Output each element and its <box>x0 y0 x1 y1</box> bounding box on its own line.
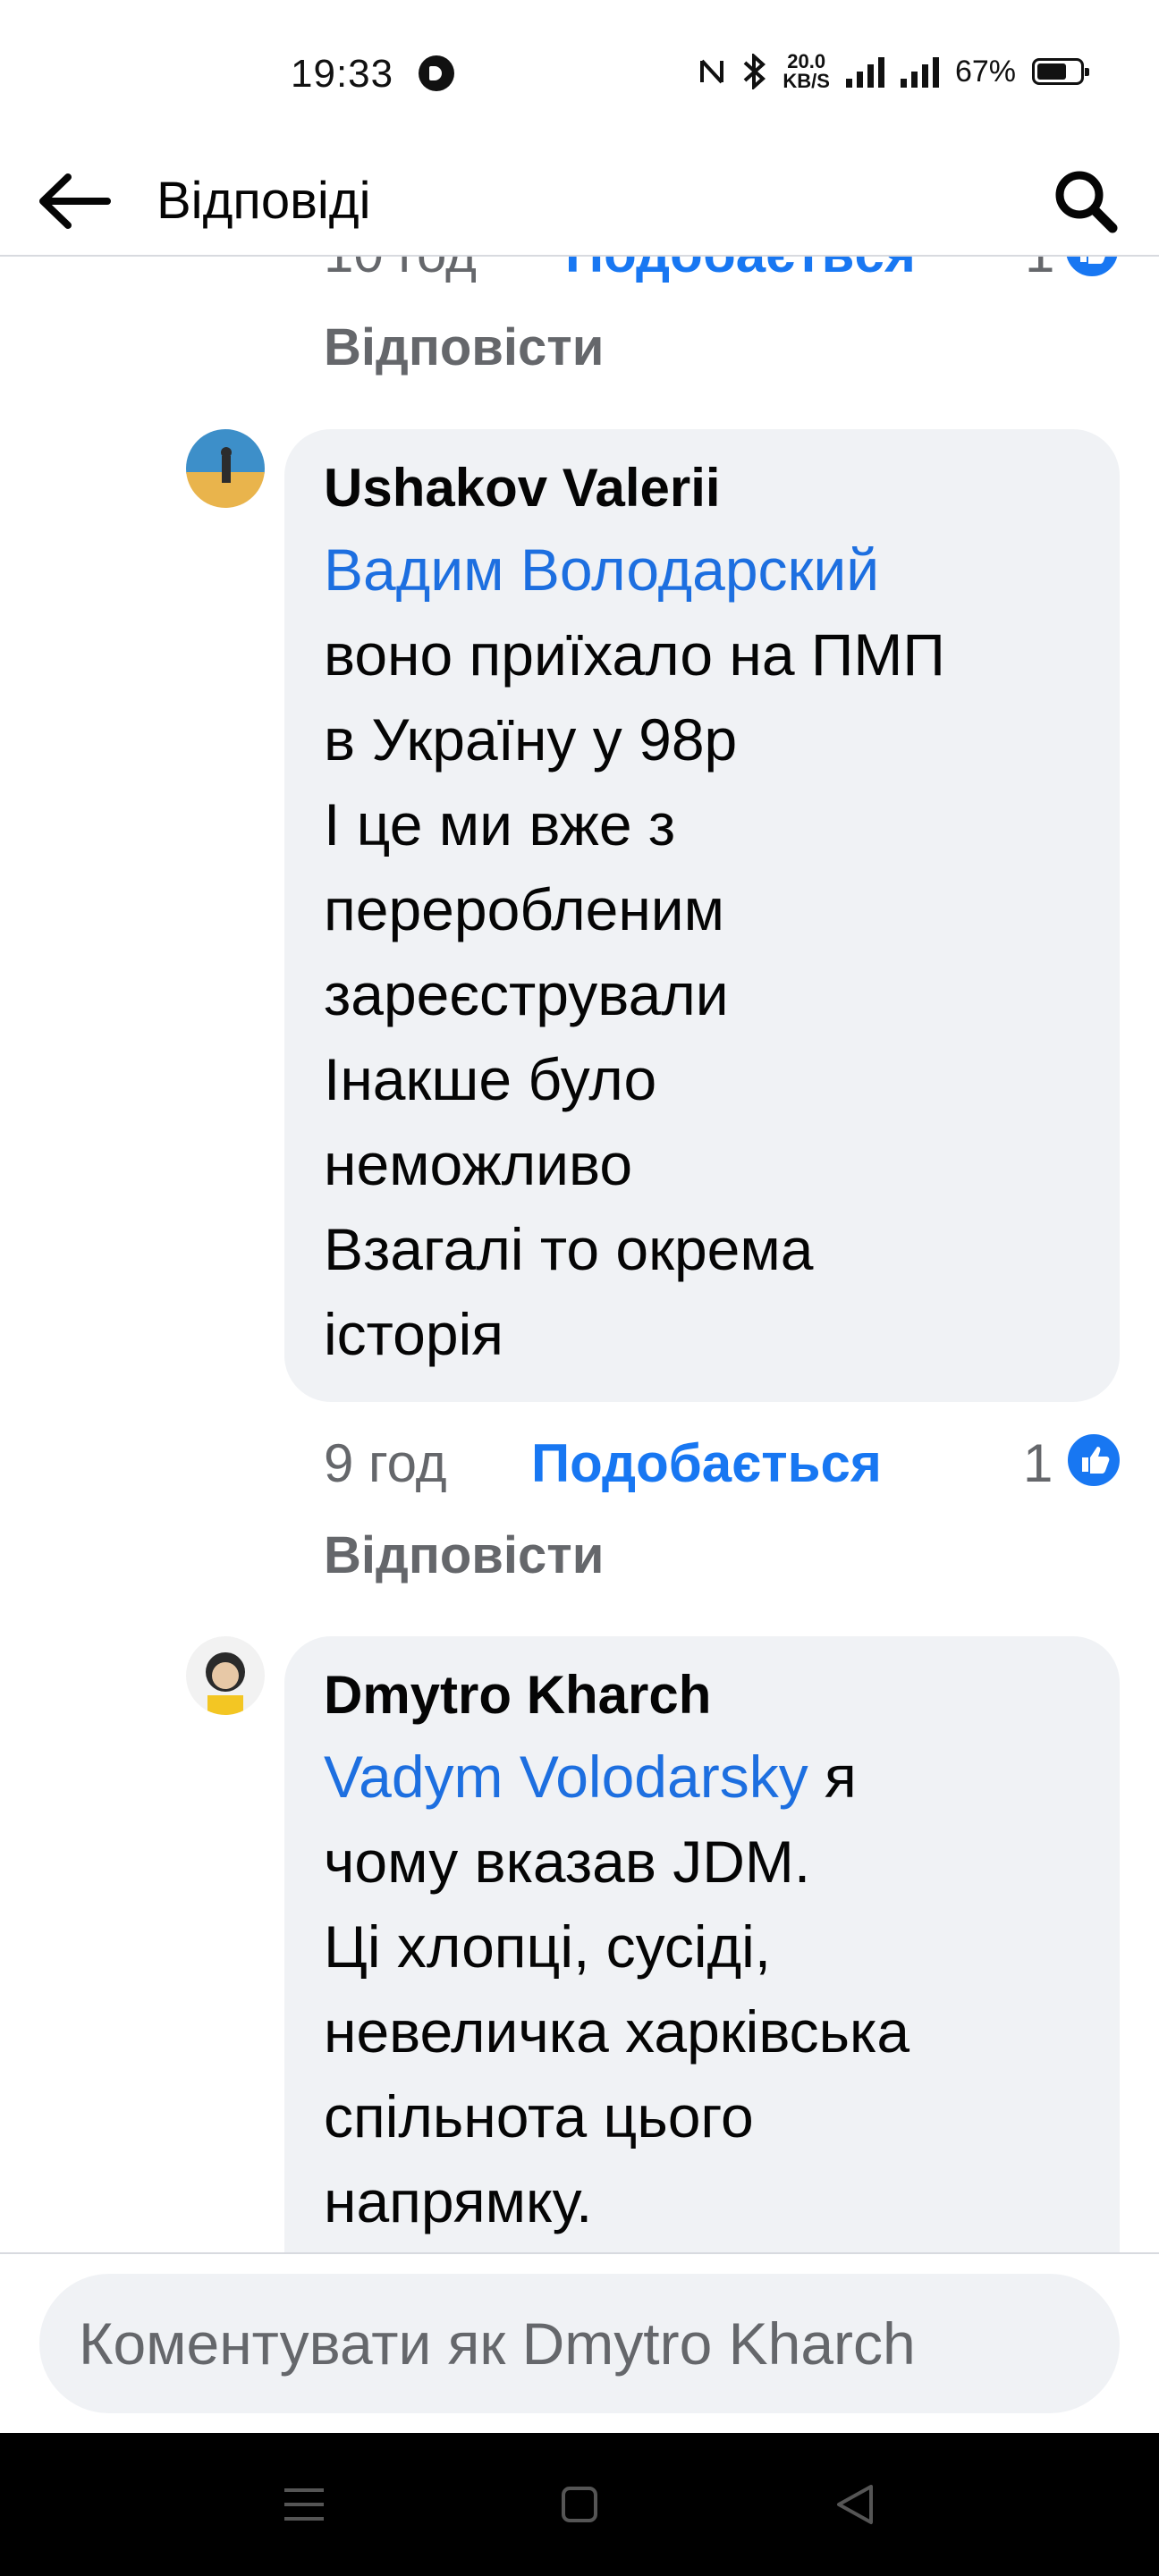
comment-text: Вадим Володарский воно приїхало на ПМП в … <box>324 528 1080 1377</box>
recording-icon <box>419 55 454 91</box>
like-count: 1 <box>1023 1433 1053 1493</box>
avatar[interactable] <box>186 429 265 508</box>
reply-button[interactable]: Відповісти <box>324 317 604 377</box>
comment-composer-bar: Коментувати як Dmytro Kharch <box>0 2252 1159 2435</box>
home-icon[interactable] <box>553 2478 606 2531</box>
back-arrow-icon[interactable] <box>36 170 116 232</box>
avatar[interactable] <box>186 1636 265 1715</box>
status-bar: 19:33 20.0 KB/S 67% <box>0 0 1159 148</box>
bluetooth-icon <box>744 54 766 89</box>
mention-link[interactable]: Вадим Володарский <box>324 536 879 603</box>
like-button[interactable]: Подобається <box>531 1432 882 1494</box>
status-time: 19:33 <box>291 52 394 96</box>
comment-bubble: Dmytro Kharch Vadym Volodarsky я чому вк… <box>284 1636 1120 2252</box>
page-title: Відповіді <box>157 172 371 230</box>
comment-input[interactable]: Коментувати як Dmytro Kharch <box>39 2274 1120 2413</box>
comment-time: 9 год <box>324 1433 447 1493</box>
status-icons: 20.0 KB/S 67% <box>698 52 1089 91</box>
thumbs-up-icon <box>1064 1431 1123 1490</box>
speed-unit: KB/S <box>783 70 830 92</box>
reply-button[interactable]: Відповісти <box>324 1525 604 1585</box>
battery-icon <box>1032 58 1089 85</box>
search-icon[interactable] <box>1050 165 1121 237</box>
comment-author[interactable]: Ushakov Valerii <box>324 456 1080 520</box>
battery-percent: 67% <box>954 54 1016 89</box>
system-navigation-bar <box>0 2433 1159 2576</box>
comment-text: Vadym Volodarsky я чому вказав JDM. Ці х… <box>324 1735 1080 2244</box>
comment-body: я чому вказав JDM. Ці хлопці, сусіді, не… <box>324 1744 910 2234</box>
like-button[interactable]: Подобається <box>565 257 916 284</box>
mention-link[interactable]: Vadym Volodarsky <box>324 1744 808 1810</box>
menu-icon[interactable] <box>277 2478 331 2531</box>
signal-icon <box>845 55 884 88</box>
app-header: Відповіді <box>0 148 1159 257</box>
network-speed: 20.0 KB/S <box>783 52 830 91</box>
speed-value: 20.0 <box>787 50 826 72</box>
signal-icon <box>900 55 939 88</box>
comment-time: 10 год <box>324 257 477 284</box>
thumbs-up-icon <box>1062 257 1121 280</box>
replies-feed[interactable]: 10 год Подобається 1 Відповісти Ushakov … <box>0 257 1159 2252</box>
comment-author[interactable]: Dmytro Kharch <box>324 1663 1080 1727</box>
comment-body: воно приїхало на ПМП в Україну у 98р І ц… <box>324 621 945 1367</box>
like-count: 1 <box>1025 257 1054 284</box>
comment-bubble: Ushakov Valerii Вадим Володарский воно пр… <box>284 429 1120 1402</box>
back-triangle-icon[interactable] <box>828 2478 882 2531</box>
nfc-icon <box>700 59 724 84</box>
